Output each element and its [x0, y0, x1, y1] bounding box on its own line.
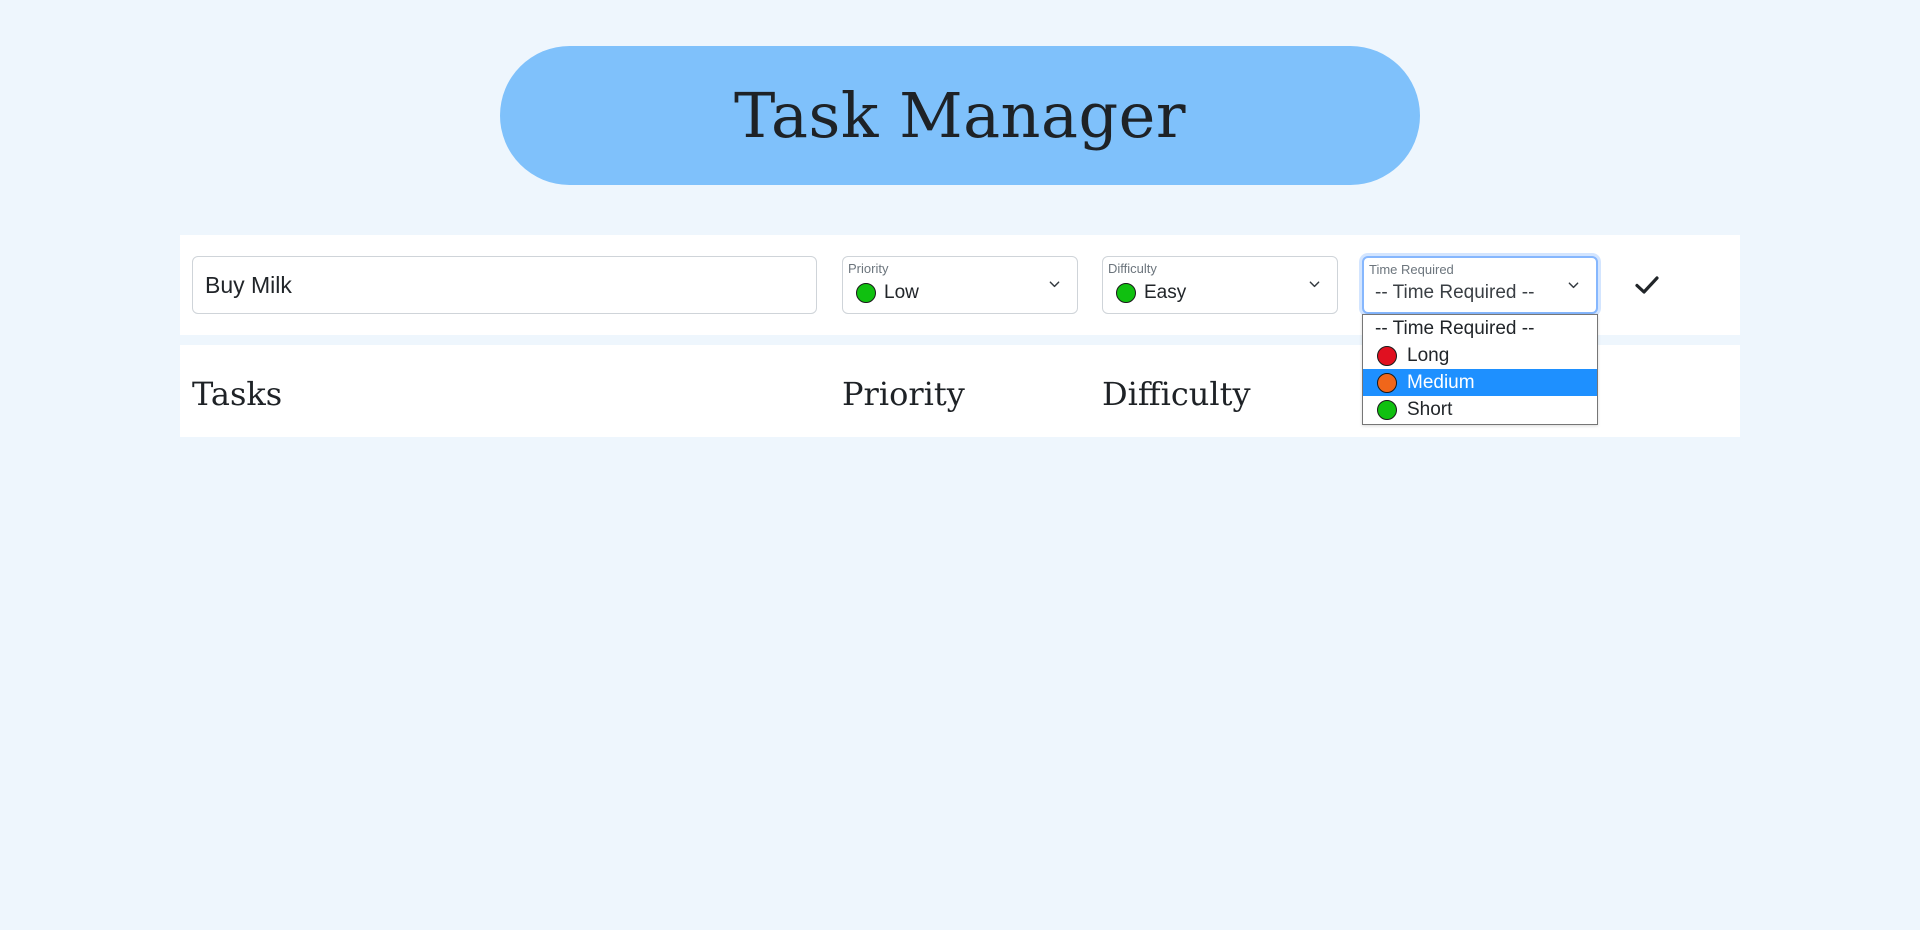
dropdown-option-long[interactable]: Long [1363, 342, 1597, 369]
column-header-tasks: Tasks [192, 375, 283, 413]
option-label: Long [1407, 344, 1450, 366]
dropdown-option-placeholder[interactable]: -- Time Required -- [1363, 315, 1597, 342]
green-status-dot [1377, 399, 1397, 420]
check-icon[interactable] [1632, 270, 1662, 300]
chevron-down-icon [1568, 282, 1579, 289]
difficulty-select[interactable]: Difficulty Easy [1102, 256, 1338, 314]
option-label: -- Time Required -- [1375, 317, 1535, 339]
dropdown-option-short[interactable]: Short [1363, 396, 1597, 423]
chevron-down-icon [1309, 281, 1320, 288]
column-header-priority: Priority [842, 375, 965, 413]
difficulty-selected-value: Easy [1144, 282, 1187, 303]
chevron-down-icon [1049, 281, 1060, 288]
page-title: Task Manager [734, 79, 1186, 152]
column-header-difficulty: Difficulty [1102, 375, 1251, 413]
time-required-dropdown-list: -- Time Required -- Long Medium Short [1362, 314, 1598, 425]
priority-selected-value: Low [884, 282, 919, 303]
time-required-select[interactable]: Time Required -- Time Required -- [1362, 256, 1598, 314]
task-name-input[interactable]: Buy Milk [192, 256, 817, 314]
priority-select[interactable]: Priority Low [842, 256, 1078, 314]
orange-status-dot [1377, 372, 1397, 393]
time-required-select-label: Time Required [1369, 262, 1454, 277]
app-header: Task Manager [500, 46, 1420, 185]
difficulty-status-dot [1116, 283, 1136, 303]
dropdown-option-medium[interactable]: Medium [1363, 369, 1597, 396]
priority-select-label: Priority [848, 261, 889, 276]
time-required-selected-value: -- Time Required -- [1375, 282, 1535, 303]
difficulty-select-label: Difficulty [1108, 261, 1157, 276]
red-status-dot [1377, 345, 1397, 366]
priority-status-dot [856, 283, 876, 303]
option-label: Short [1407, 398, 1453, 420]
option-label: Medium [1407, 371, 1475, 393]
task-name-value: Buy Milk [205, 271, 292, 298]
